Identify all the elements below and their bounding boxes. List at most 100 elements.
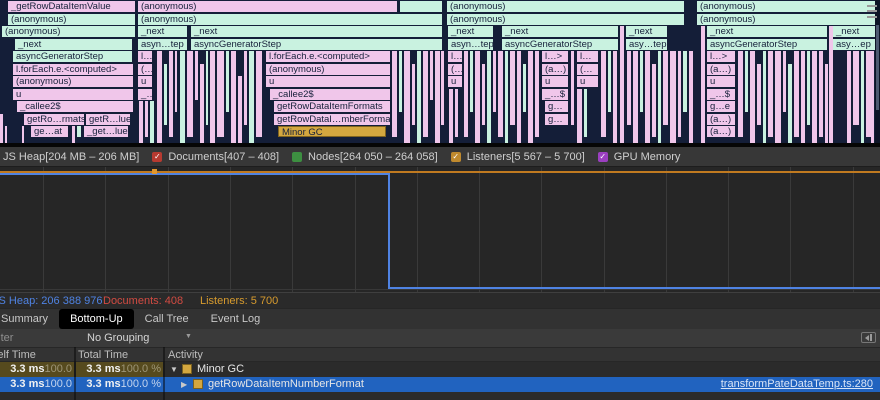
flame-stripe[interactable] bbox=[701, 26, 705, 143]
flame-stripe[interactable] bbox=[22, 126, 24, 143]
flame-stripe[interactable] bbox=[523, 64, 526, 113]
flame-bar--get-lue[interactable]: _get…lue bbox=[84, 126, 128, 137]
flame-stripe[interactable] bbox=[757, 64, 761, 125]
activity-label[interactable]: getRowDataItemNumberFormat bbox=[208, 377, 364, 392]
counter-toggle-nodes[interactable]: Nodes[264 050 – 264 058] bbox=[292, 151, 438, 163]
flame-stripe[interactable] bbox=[399, 51, 402, 112]
flame-bar-u[interactable]: u bbox=[266, 76, 390, 87]
flame-stripe[interactable] bbox=[663, 51, 668, 125]
flame-bar-u[interactable]: u bbox=[542, 76, 568, 87]
flame-stripe[interactable] bbox=[455, 89, 458, 138]
flame-stripe[interactable] bbox=[745, 51, 748, 112]
flame-bar--anonymous-[interactable]: (anonymous) bbox=[138, 1, 397, 12]
counter-toggle-js-heap[interactable]: JS Heap[204 MB – 206 MB] bbox=[3, 151, 139, 163]
table-row-getrowdataitemnumberformat[interactable]: 3.3 ms100.0 %3.3 ms100.0 %▶getRowDataIte… bbox=[0, 377, 880, 392]
flame-bar-asyncgeneratorstep[interactable]: asyncGeneratorStep bbox=[13, 51, 132, 62]
flame-stripe[interactable] bbox=[195, 51, 198, 100]
flame-stripe[interactable] bbox=[645, 51, 650, 143]
column-header-self-time[interactable]: Self Time bbox=[0, 349, 36, 361]
flame-bar-asy-ep[interactable]: asy…ep bbox=[833, 39, 876, 50]
flame-bar-l-[interactable]: l… bbox=[448, 51, 462, 62]
flame-bar--callee2-[interactable]: _callee2$ bbox=[270, 89, 390, 100]
flame-stripe[interactable] bbox=[861, 51, 864, 143]
disclosure-collapsed-icon[interactable]: ▶ bbox=[181, 378, 187, 391]
flame-stripe[interactable] bbox=[853, 51, 859, 125]
counter-toggle-documents[interactable]: ✓Documents[407 – 408] bbox=[152, 151, 279, 163]
flame-stripe[interactable] bbox=[493, 51, 496, 112]
flame-stripe[interactable] bbox=[750, 51, 755, 143]
flame-stripe[interactable] bbox=[487, 51, 491, 143]
memory-graph[interactable] bbox=[0, 166, 880, 292]
flame-bar--next[interactable]: _next bbox=[626, 26, 667, 37]
flame-bar--[interactable]: (…) bbox=[448, 64, 462, 75]
counter-checkbox[interactable]: ✓ bbox=[451, 152, 461, 162]
flame-bar-l-[interactable]: l… bbox=[577, 51, 598, 62]
flame-bar--next[interactable]: _next bbox=[138, 26, 187, 37]
disclosure-expanded-icon[interactable]: ▼ bbox=[170, 363, 178, 376]
flame-stripe[interactable] bbox=[627, 51, 631, 125]
flame-stripe[interactable] bbox=[435, 51, 440, 143]
flame-stripe[interactable] bbox=[417, 51, 421, 143]
flame-stripe[interactable] bbox=[430, 51, 433, 100]
flame-stripe[interactable] bbox=[510, 51, 515, 125]
flame-stripe[interactable] bbox=[231, 51, 236, 143]
flame-stripe[interactable] bbox=[812, 51, 817, 143]
flame-stripe[interactable] bbox=[423, 51, 428, 137]
column-divider[interactable] bbox=[163, 347, 165, 400]
flame-stripe[interactable] bbox=[847, 51, 851, 143]
flame-bar-ge-at[interactable]: ge…at bbox=[31, 126, 68, 137]
flame-stripe[interactable] bbox=[150, 101, 154, 143]
flame-stripe[interactable] bbox=[72, 126, 75, 143]
hamburger-menu-icon[interactable] bbox=[867, 5, 877, 18]
source-location-link[interactable]: transformPateDataTemp.ts:280 bbox=[721, 377, 873, 392]
flame-bar--anonymous-[interactable]: (anonymous) bbox=[697, 14, 877, 25]
flame-bar--[interactable]: _… bbox=[138, 89, 152, 100]
counter-toggle-gpu-memory[interactable]: ✓GPU Memory bbox=[598, 151, 681, 163]
flame-bar--anonymous-[interactable]: (anonymous) bbox=[13, 76, 133, 87]
flame-bar--anonymous-[interactable]: (anonymous) bbox=[447, 14, 684, 25]
flame-stripe[interactable] bbox=[139, 101, 143, 143]
flame-stripe[interactable] bbox=[678, 51, 681, 137]
flame-stripe[interactable] bbox=[145, 101, 148, 137]
flame-bar-getr-lue[interactable]: getR…lue bbox=[86, 114, 130, 125]
flame-bar-getro-rmats[interactable]: getRo…rmats bbox=[24, 114, 84, 125]
flame-bar--anonymous-[interactable]: (anonymous) bbox=[697, 1, 875, 12]
flame-stripe[interactable] bbox=[180, 51, 185, 143]
flame-stripe[interactable] bbox=[825, 64, 828, 144]
flame-stripe[interactable] bbox=[689, 51, 693, 143]
flame-stripe[interactable] bbox=[807, 51, 810, 125]
tab-call-tree[interactable]: Call Tree bbox=[134, 309, 200, 329]
flame-bar-g-[interactable]: g… bbox=[545, 101, 568, 112]
flame-stripe[interactable] bbox=[157, 51, 162, 143]
flame-bar-getrowdataitemformats[interactable]: getRowDataItemFormats bbox=[274, 101, 390, 112]
column-divider[interactable] bbox=[74, 347, 76, 400]
flame-bar-asyncgeneratorstep[interactable]: asyncGeneratorStep bbox=[707, 39, 827, 50]
flame-stripe[interactable] bbox=[775, 51, 781, 143]
flame-bar--anonymous-[interactable]: (anonymous) bbox=[447, 1, 684, 12]
flame-stripe[interactable] bbox=[640, 51, 643, 112]
flame-stripe[interactable] bbox=[670, 51, 676, 143]
show-heaviest-stack-icon[interactable] bbox=[861, 332, 876, 343]
flame-stripe[interactable] bbox=[5, 126, 7, 143]
flame-bar-asyn-tep[interactable]: asyn…tep bbox=[448, 39, 493, 50]
flame-bar-asyncgeneratorstep[interactable]: asyncGeneratorStep bbox=[502, 39, 618, 50]
flame-stripe[interactable] bbox=[256, 51, 262, 137]
flame-chart[interactable]: _getRowDataItemValue(anonymous)(anonymou… bbox=[0, 0, 880, 143]
flame-stripe[interactable] bbox=[470, 51, 473, 112]
flame-stripe[interactable] bbox=[633, 51, 638, 143]
flame-stripe[interactable] bbox=[763, 51, 766, 143]
flame-stripe[interactable] bbox=[683, 51, 687, 112]
flame-stripe[interactable] bbox=[187, 51, 193, 137]
flame-bar--callee2-[interactable]: _callee2$ bbox=[17, 101, 133, 112]
flame-bar[interactable] bbox=[400, 1, 442, 12]
flame-bar-u[interactable]: u bbox=[448, 76, 462, 87]
flame-stripe[interactable] bbox=[449, 89, 453, 144]
flame-bar-l-[interactable]: l… bbox=[138, 51, 152, 62]
column-header-total-time[interactable]: Total Time bbox=[78, 349, 128, 361]
table-row-minor-gc[interactable]: 3.3 ms100.0 %3.3 ms100.0 %▼Minor GC bbox=[0, 362, 880, 377]
flame-bar--anonymous-[interactable]: (anonymous) bbox=[138, 14, 442, 25]
flame-stripe[interactable] bbox=[175, 51, 177, 112]
flame-stripe[interactable] bbox=[652, 64, 656, 138]
flame-stripe[interactable] bbox=[535, 51, 539, 137]
flame-bar--next[interactable]: _next bbox=[15, 39, 132, 50]
